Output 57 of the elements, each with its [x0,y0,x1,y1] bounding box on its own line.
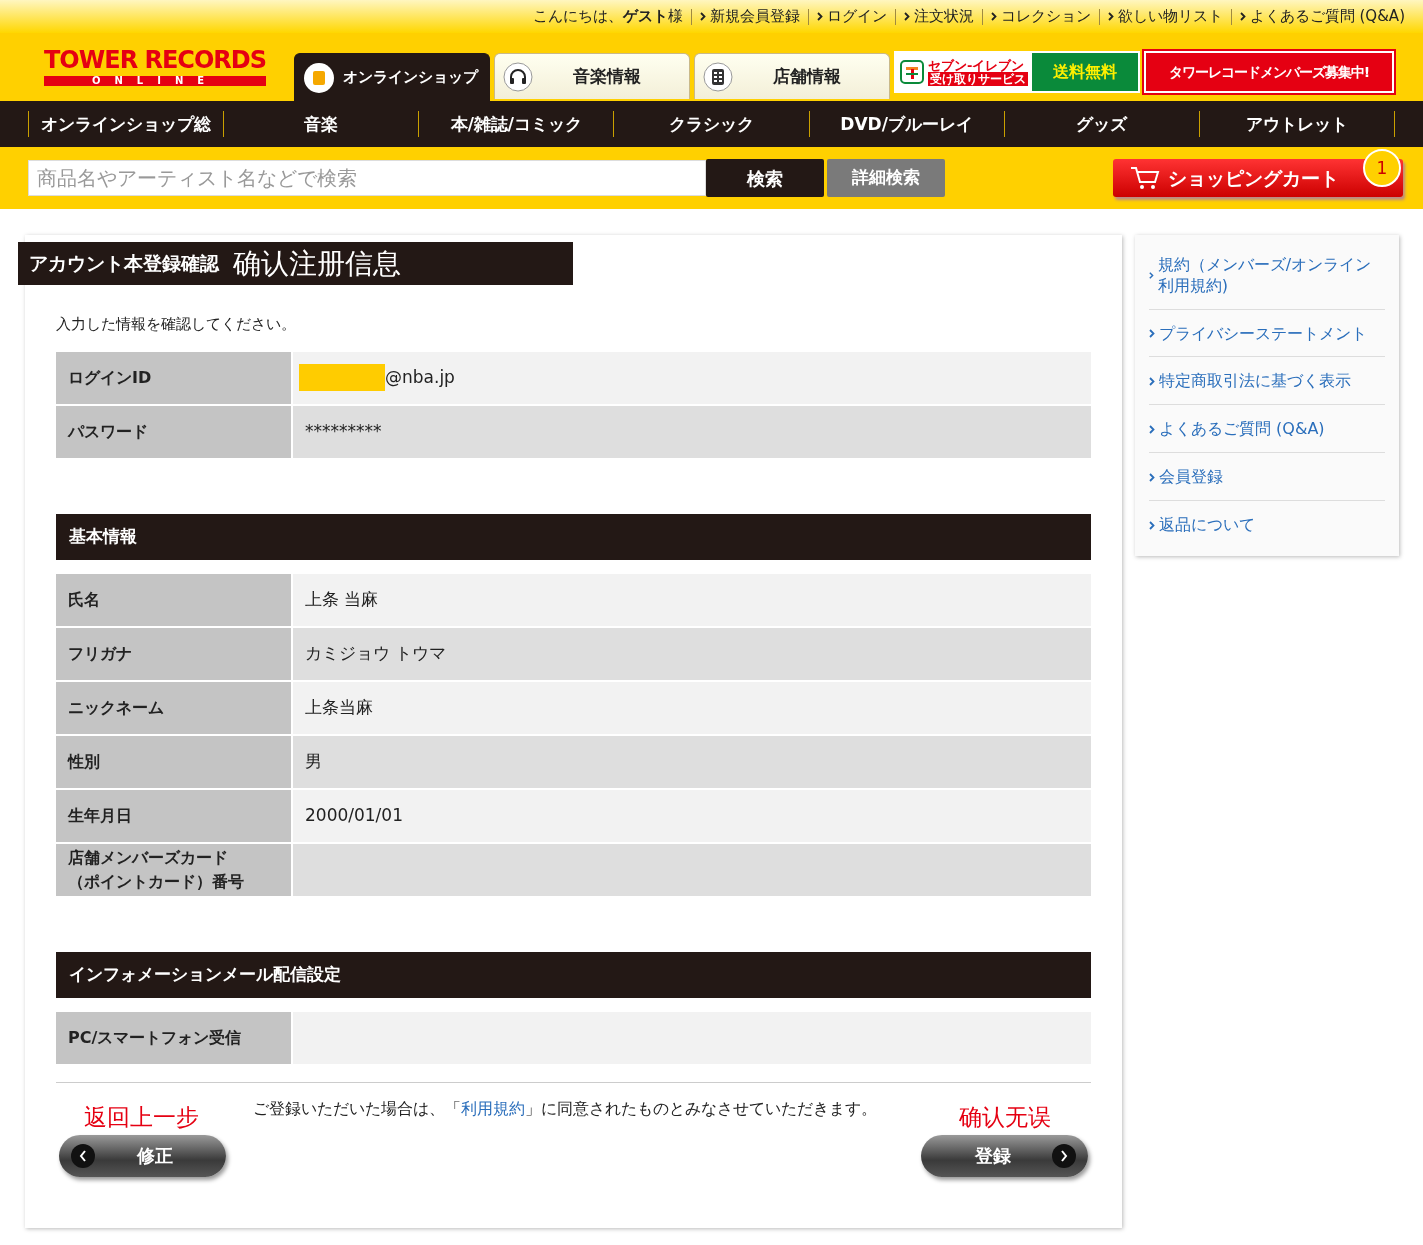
logo[interactable]: TOWER RECORDS ONLINE [44,48,267,86]
field-label: 性別 [68,750,100,773]
sidebar-link[interactable]: 特定商取引法に基づく表示 [1149,357,1385,406]
sidebar-link[interactable]: よくあるご質問 (Q&A) [1149,405,1385,453]
sidebar-link[interactable]: 会員登録 [1149,453,1385,501]
advanced-search-button[interactable]: 詳細検索 [827,159,945,197]
sidebar-link[interactable]: プライバシーステートメント [1149,309,1385,358]
header-link[interactable]: ログイン [816,5,887,28]
header-link[interactable]: よくあるご質問 (Q&A) [1239,5,1405,28]
category-link[interactable]: 本/雑誌/コミック [419,111,615,137]
field-value: @nba.jp [293,351,1091,404]
category-link[interactable]: クラシック [614,111,810,137]
field-label: 店舗メンバーズカード（ポイントカード）番号 [68,846,245,893]
header-link[interactable]: コレクション [990,5,1091,28]
category-link[interactable]: DVD/ブルーレイ [809,111,1005,137]
sidebar-link[interactable]: 規約（メンバーズ/オンライン利用規約) [1149,241,1385,310]
site-tab[interactable]: オンラインショップ [294,53,491,101]
terms-notice: ご登録いただいた場合は、「利用規約」に同意されたものとみなさせていただきます。 [253,1097,877,1120]
section-heading: インフォメーションメール配信設定 [56,951,1091,998]
site-tab[interactable]: 音楽情報 [494,53,691,99]
annotation-text: 返回上一步 [84,1102,199,1131]
annotation-text: 确认无误 [959,1102,1051,1131]
members-banner[interactable]: タワーレコードメンバーズ募集中! [1144,51,1395,93]
site-tab[interactable]: 店舗情報 [694,53,891,99]
header-link[interactable]: 欲しい物リスト [1107,5,1223,28]
field-value: 2000/01/01 [293,789,1091,842]
field-label: 氏名 [68,588,100,611]
search-button[interactable]: 検索 [706,159,824,197]
section-heading: 基本情報 [56,513,1091,560]
field-label: ニックネーム [68,696,164,719]
field-label: ログインID [68,366,152,389]
search-field[interactable]: 商品名やアーティスト名などで検索 [28,160,706,196]
field-label: 生年月日 [68,804,132,827]
field-value: カミジョウ トウマ [293,627,1091,680]
field-label: PC/スマートフォン受信 [68,1026,242,1049]
cart-count-badge: 1 [1363,149,1401,187]
category-link[interactable]: オンラインショップ総 [28,111,225,137]
terms-link[interactable]: 利用規約 [461,1098,525,1118]
category-link[interactable]: アウトレット [1199,111,1395,137]
greeting-text: こんにちは、ゲスト様 [532,6,683,28]
field-value: 上条 当麻 [293,573,1091,626]
annotation-text: 确认注册信息 [233,245,401,282]
intro-text: 入力した情報を確認してください。 [56,314,297,335]
page-title: アカウント本登録確認 [29,251,219,277]
submit-button[interactable]: 登録 [921,1134,1088,1177]
category-link[interactable]: 音楽 [224,111,420,137]
category-link[interactable]: グッズ [1004,111,1200,137]
delivery-banner[interactable]: セブン-イレブン 受け取りサービス 送料無料 [894,51,1141,93]
sidebar-link[interactable]: 返品について [1149,500,1385,548]
field-value: ********* [293,405,1091,458]
field-value: 上条当麻 [293,681,1091,734]
field-label: パスワード [68,420,148,443]
field-value: 男 [293,735,1091,788]
header-link[interactable]: 注文状況 [903,5,974,28]
field-label: フリガナ [68,642,132,665]
header-link[interactable]: 新規会員登録 [699,5,800,28]
back-button[interactable]: 修正 [59,1134,226,1177]
